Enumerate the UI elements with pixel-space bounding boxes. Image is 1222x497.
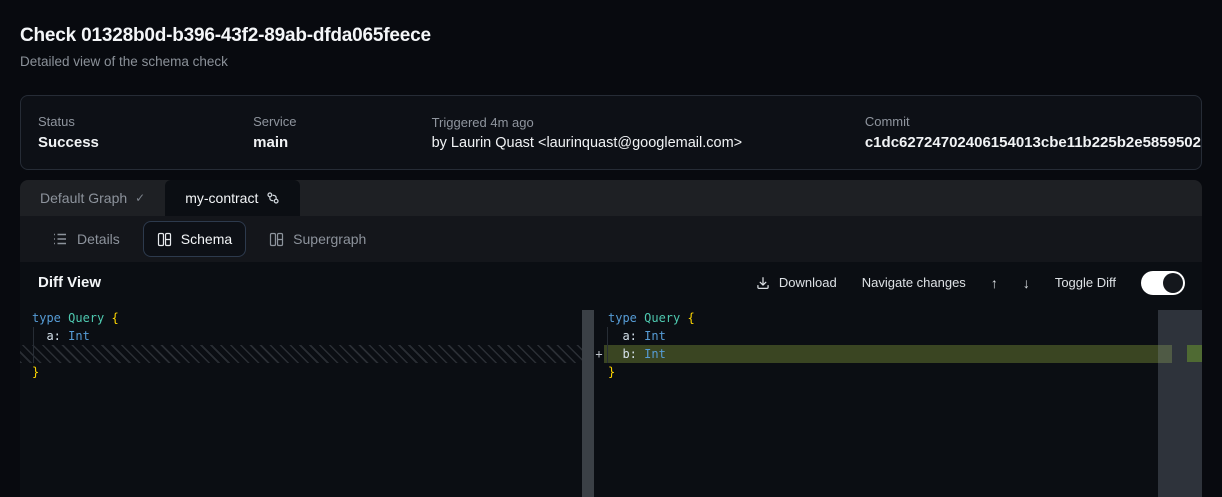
- page-subtitle: Detailed view of the schema check: [20, 54, 431, 69]
- tab-schema[interactable]: Schema: [143, 221, 246, 257]
- summary-triggered: Triggered 4m ago by Laurin Quast <laurin…: [432, 115, 865, 151]
- check-detail-panel: Default Graph ✓ my-contract: [20, 180, 1202, 497]
- service-label: Service: [253, 114, 431, 129]
- code-line-added: b: Int: [608, 345, 666, 363]
- tab-details[interactable]: Details: [38, 221, 134, 257]
- previous-change-button[interactable]: ↑: [991, 276, 998, 290]
- git-compare-icon: [266, 191, 280, 205]
- code-line: }: [608, 363, 615, 381]
- code-line: type Query {: [608, 309, 695, 327]
- triggered-value: by Laurin Quast <laurinquast@googlemail.…: [432, 135, 865, 151]
- tab-my-contract-label: my-contract: [185, 190, 258, 206]
- toggle-diff-switch[interactable]: [1141, 271, 1185, 295]
- tab-default-graph-label: Default Graph: [40, 190, 127, 206]
- download-label: Download: [779, 275, 837, 290]
- toggle-diff-label: Toggle Diff: [1055, 275, 1116, 290]
- commit-value: c1dc62724702406154013cbe11b225b2e5859502: [865, 134, 1201, 151]
- summary-status: Status Success: [38, 114, 253, 151]
- download-icon: [756, 276, 770, 290]
- navigate-changes-label: Navigate changes: [862, 275, 966, 290]
- status-value: Success: [38, 134, 253, 151]
- check-summary-card: Status Success Service main Triggered 4m…: [20, 95, 1202, 170]
- summary-service: Service main: [253, 114, 431, 151]
- code-line: a: Int: [32, 327, 90, 345]
- page-title: Check 01328b0d-b396-43f2-89ab-dfda065fee…: [20, 25, 431, 47]
- code-line: }: [32, 363, 39, 381]
- overview-ruler-addition-marker: [1187, 345, 1202, 362]
- download-button[interactable]: Download: [756, 275, 837, 290]
- code-line: type Query {: [32, 309, 119, 327]
- columns-icon: [269, 232, 284, 247]
- tab-default-graph[interactable]: Default Graph ✓: [20, 180, 165, 216]
- diff-controls: Download Navigate changes ↑ ↓ Toggle Dif…: [756, 271, 1185, 295]
- graph-tab-bar: Default Graph ✓ my-contract: [20, 180, 1202, 216]
- diff-view-title: Diff View: [38, 274, 101, 291]
- tab-supergraph-label: Supergraph: [293, 231, 366, 247]
- triggered-label: Triggered 4m ago: [432, 115, 865, 130]
- code-line: a: Int: [608, 327, 666, 345]
- tab-details-label: Details: [77, 231, 120, 247]
- arrow-down-icon: ↓: [1023, 275, 1030, 291]
- diff-toolbar: Diff View Download Navigate changes ↑ ↓ …: [20, 262, 1202, 303]
- tab-my-contract[interactable]: my-contract: [165, 180, 300, 216]
- diff-empty-placeholder: [20, 345, 594, 363]
- switch-knob: [1163, 273, 1183, 293]
- arrow-up-icon: ↑: [991, 275, 998, 291]
- page-header: Check 01328b0d-b396-43f2-89ab-dfda065fee…: [20, 25, 431, 69]
- list-icon: [52, 231, 68, 247]
- status-label: Status: [38, 114, 253, 129]
- service-value: main: [253, 134, 431, 151]
- schema-diff-editor[interactable]: type Query { a: Int } + type Query { a: …: [20, 303, 1202, 497]
- check-icon: ✓: [135, 191, 145, 205]
- left-pane-scrollbar[interactable]: [582, 310, 594, 497]
- next-change-button[interactable]: ↓: [1023, 276, 1030, 290]
- added-line-highlight: [604, 345, 1172, 363]
- right-pane-scrollbar[interactable]: [1158, 310, 1202, 497]
- tab-supergraph[interactable]: Supergraph: [255, 221, 380, 257]
- commit-label: Commit: [865, 114, 1201, 129]
- view-tab-bar: Details Schema Supergraph: [20, 216, 1202, 262]
- summary-commit: Commit c1dc62724702406154013cbe11b225b2e…: [865, 114, 1201, 151]
- tab-schema-label: Schema: [181, 231, 232, 247]
- columns-icon: [157, 232, 172, 247]
